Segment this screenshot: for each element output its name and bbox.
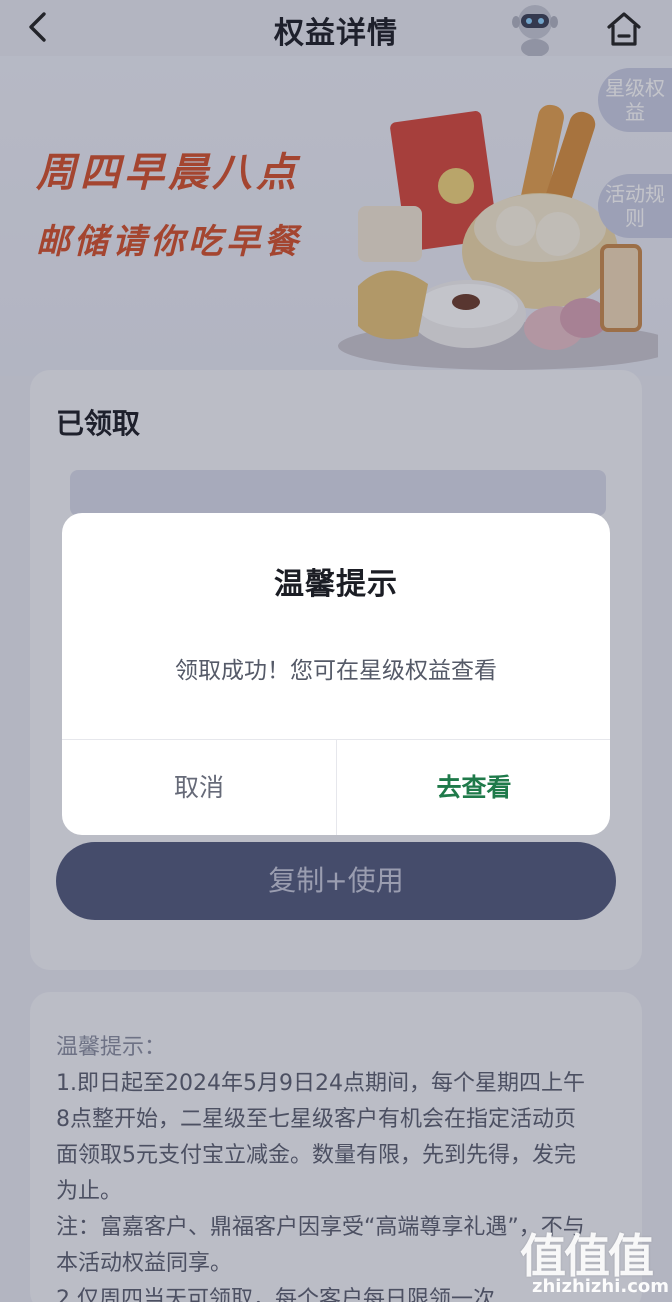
- dialog-title: 温馨提示: [274, 567, 398, 602]
- dialog-cancel-button[interactable]: 取消: [62, 740, 336, 835]
- dialog-go-view-button[interactable]: 去查看: [337, 740, 610, 835]
- benefit-detail-page: 权益详情 周四早晨八点 邮储请你吃早餐 星级权益 活动规则 已领取 复制+使用 …: [0, 0, 672, 1302]
- watermark-url: zhizhizhi.com: [532, 1276, 670, 1297]
- dialog-message: 领取成功！您可在星级权益查看: [175, 658, 497, 684]
- success-dialog: 温馨提示 领取成功！您可在星级权益查看 取消 去查看: [62, 513, 610, 835]
